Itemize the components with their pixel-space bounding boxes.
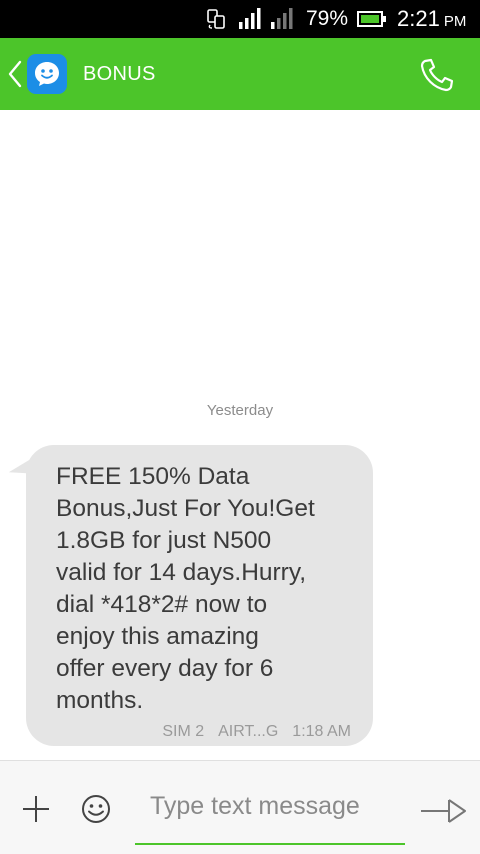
message-composer — [0, 760, 480, 854]
battery-icon — [357, 0, 387, 38]
message-input[interactable] — [135, 783, 405, 845]
messenger-avatar-icon — [35, 62, 59, 86]
contact-name[interactable]: BONUS — [83, 38, 156, 110]
battery-percentage: 79% — [306, 7, 349, 30]
send-button[interactable] — [418, 795, 470, 827]
plus-icon — [23, 796, 49, 822]
sms-conversation-screen: 79% 2:21 PM BONUS Yesterday FREE 150% Da… — [0, 0, 480, 854]
emoji-icon — [82, 795, 110, 823]
signal-sim1-icon — [238, 0, 262, 38]
contact-avatar[interactable] — [27, 54, 67, 94]
clock-ampm: PM — [443, 12, 467, 30]
call-button[interactable] — [418, 56, 456, 94]
date-separator: Yesterday — [206, 402, 274, 419]
emoji-button[interactable] — [78, 791, 114, 827]
message-carrier-label: AIRT...G — [218, 723, 279, 740]
message-sim-label: SIM 2 — [162, 723, 205, 740]
message-meta: SIM 2 AIRT...G 1:18 AM — [146, 723, 351, 741]
conversation-header: BONUS — [0, 38, 480, 110]
sim-switch-icon — [205, 0, 227, 38]
signal-sim2-icon — [270, 0, 294, 38]
send-icon — [421, 799, 466, 823]
message-text: FREE 150% Data Bonus,Just For You!Get 1.… — [56, 463, 315, 714]
add-attachment-button[interactable] — [18, 791, 54, 827]
clock-time: 2:21 — [397, 6, 440, 31]
message-bubble[interactable]: FREE 150% Data Bonus,Just For You!Get 1.… — [26, 445, 373, 746]
status-bar: 79% 2:21 PM — [0, 0, 480, 38]
phone-icon — [420, 58, 454, 92]
back-button[interactable] — [4, 56, 26, 92]
status-clock: 2:21 PM — [397, 0, 466, 38]
message-timestamp: 1:18 AM — [292, 723, 351, 740]
back-arrow-icon — [8, 60, 22, 88]
